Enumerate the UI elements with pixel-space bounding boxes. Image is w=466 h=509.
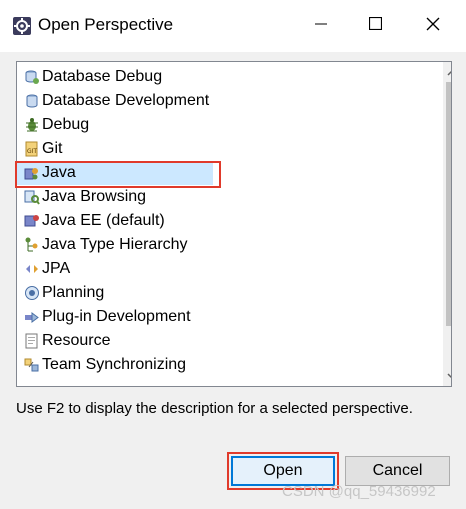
perspective-label: Debug xyxy=(42,116,90,133)
git-icon: GIT xyxy=(23,140,41,158)
maximize-icon xyxy=(368,16,382,35)
java-ee-icon xyxy=(23,212,41,230)
close-icon xyxy=(426,17,440,36)
java-browsing-icon xyxy=(23,188,41,206)
perspective-label: Java Type Hierarchy xyxy=(42,236,188,253)
perspective-item-web[interactable]: Web xyxy=(17,377,427,386)
perspective-item-planning[interactable]: Planning xyxy=(17,281,427,305)
perspective-label: Java EE (default) xyxy=(42,212,165,229)
perspective-item-git[interactable]: GIT Git xyxy=(17,137,427,161)
window-title: Open Perspective xyxy=(38,15,174,34)
chevron-up-icon xyxy=(447,63,451,81)
perspective-label: JPA xyxy=(42,260,71,277)
perspective-label: Git xyxy=(42,140,63,157)
perspective-item-jpa[interactable]: JPA xyxy=(17,257,427,281)
vertical-scrollbar[interactable] xyxy=(443,62,451,386)
open-button[interactable]: Open xyxy=(231,456,335,486)
plugin-development-icon xyxy=(23,308,41,326)
java-icon xyxy=(23,164,41,182)
perspective-label: Database Debug xyxy=(42,68,163,85)
perspective-label: Team Synchronizing xyxy=(42,356,187,373)
description-text: Use F2 to display the description for a … xyxy=(16,400,413,417)
scroll-up-button[interactable] xyxy=(443,62,451,82)
perspective-item-java-browsing[interactable]: Java Browsing xyxy=(17,185,427,209)
perspective-item-java[interactable]: Java xyxy=(17,161,213,185)
perspective-item-plug-in-development[interactable]: Plug-in Development xyxy=(17,305,427,329)
svg-text:GIT: GIT xyxy=(27,148,37,155)
minimize-button[interactable] xyxy=(292,0,350,52)
perspective-item-java-type-hierarchy[interactable]: Java Type Hierarchy xyxy=(17,233,427,257)
watermark: CSDN @qq_59436992 xyxy=(282,483,436,500)
perspective-list[interactable]: Database Debug Database Development Debug G… xyxy=(16,61,452,387)
perspective-label: Java Browsing xyxy=(42,188,147,205)
debug-bug-icon xyxy=(23,116,41,134)
resource-icon xyxy=(23,332,41,350)
perspective-item-resource[interactable]: Resource xyxy=(17,329,427,353)
database-development-icon xyxy=(23,92,41,110)
perspective-list-items: Database Debug Database Development Debug G… xyxy=(17,65,427,386)
open-perspective-dialog: Open Perspective Database Debug Database … xyxy=(0,0,466,509)
perspective-label: Plug-in Development xyxy=(42,308,191,325)
chevron-down-icon xyxy=(447,367,451,385)
cancel-button[interactable]: Cancel xyxy=(345,456,450,486)
close-button[interactable] xyxy=(404,0,462,52)
scroll-down-button[interactable] xyxy=(443,366,451,386)
team-sync-icon xyxy=(23,356,41,374)
maximize-button[interactable] xyxy=(346,0,404,52)
type-hierarchy-icon xyxy=(23,236,41,254)
planning-icon xyxy=(23,284,41,302)
perspective-item-team-synchronizing[interactable]: Team Synchronizing xyxy=(17,353,427,377)
eclipse-perspective-icon xyxy=(12,16,32,36)
perspective-label: Database Development xyxy=(42,92,210,109)
perspective-label: Resource xyxy=(42,332,111,349)
jpa-icon xyxy=(23,260,41,278)
minimize-icon xyxy=(315,17,327,35)
perspective-label: Java xyxy=(42,164,76,181)
perspective-item-database-debug[interactable]: Database Debug xyxy=(17,65,427,89)
perspective-item-database-development[interactable]: Database Development xyxy=(17,89,427,113)
database-debug-icon xyxy=(23,68,41,86)
perspective-label: Planning xyxy=(42,284,105,301)
perspective-item-debug[interactable]: Debug xyxy=(17,113,427,137)
perspective-item-java-ee-default[interactable]: Java EE (default) xyxy=(17,209,427,233)
scrollbar-thumb[interactable] xyxy=(446,82,451,326)
title-bar: Open Perspective xyxy=(0,0,466,52)
